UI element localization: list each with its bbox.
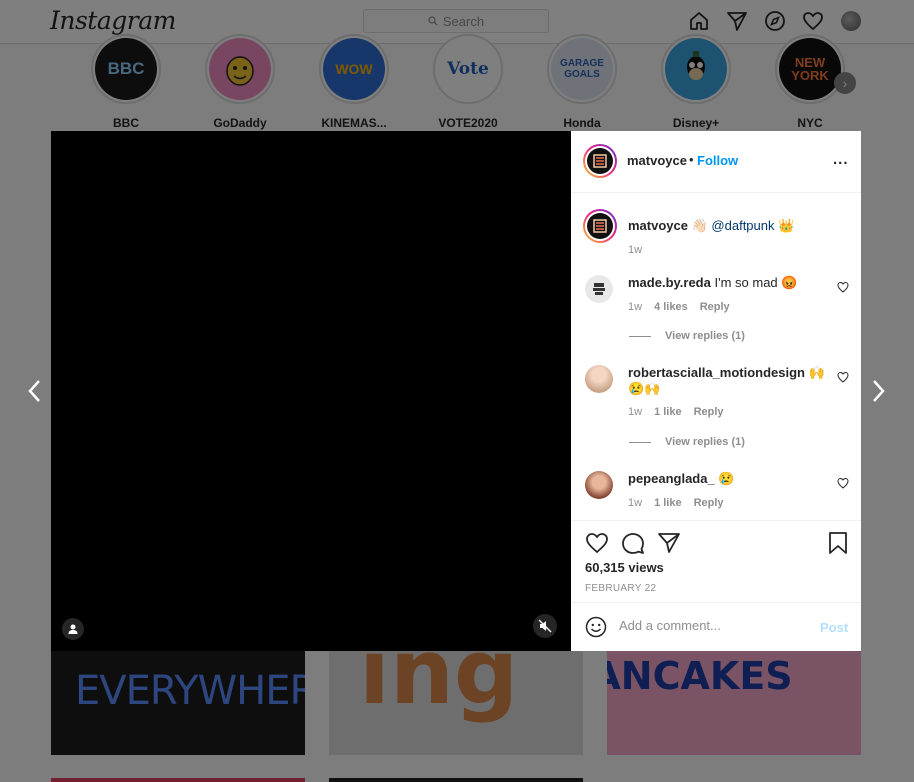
view-replies-label: View replies (1): [665, 436, 745, 448]
header-separator: •: [689, 152, 694, 167]
comment-item: pepeanglada_ 😢 1w 1 like Reply: [585, 471, 849, 515]
caption-text: matvoyce 👋🏻 @daftpunk 👑: [628, 218, 828, 234]
bookmark-icon[interactable]: [827, 531, 849, 555]
comments-list[interactable]: matvoyce 👋🏻 @daftpunk 👑 1w made.by.reda …: [571, 193, 861, 520]
comment-avatar[interactable]: [585, 275, 613, 303]
comment-username[interactable]: made.by.reda: [628, 275, 711, 290]
post-date[interactable]: FEBRUARY 22: [585, 583, 656, 594]
caption-time: 1w: [628, 244, 643, 256]
heart-icon[interactable]: [837, 477, 849, 489]
caption-emoji: 👋🏻: [691, 218, 708, 233]
comment-body: 😢: [718, 471, 735, 486]
caption: matvoyce 👋🏻 @daftpunk 👑 1w: [583, 209, 847, 259]
comment-time: 1w: [628, 497, 643, 509]
post-actions: 60,315 views FEBRUARY 22: [571, 520, 861, 602]
comment-text: robertascialla_motiondesign 🙌😢🙌: [628, 365, 828, 397]
comment-time: 1w: [628, 301, 643, 313]
post-comment-button[interactable]: Post: [820, 620, 848, 635]
comment-username[interactable]: pepeanglada_: [628, 471, 715, 486]
more-options-button[interactable]: ...: [833, 151, 849, 168]
post-video[interactable]: [51, 131, 571, 651]
comment-body: I'm so mad 😡: [714, 275, 798, 290]
chevron-right-icon: [873, 380, 885, 402]
add-comment-bar: Post: [571, 602, 861, 651]
view-replies-label: View replies (1): [665, 330, 745, 342]
comment-input[interactable]: [619, 618, 809, 633]
comment-meta: 1w 1 like Reply: [628, 497, 724, 509]
comment-reply-button[interactable]: Reply: [700, 301, 730, 313]
comment-item: made.by.reda I'm so mad 😡 1w 4 likes Rep…: [585, 275, 849, 347]
comment-avatar[interactable]: [585, 365, 613, 393]
comment-reply-button[interactable]: Reply: [694, 497, 724, 509]
emoji-icon[interactable]: [585, 616, 607, 638]
next-post-button[interactable]: [866, 378, 892, 404]
caption-avatar[interactable]: [583, 209, 617, 243]
comment-text: made.by.reda I'm so mad 😡: [628, 275, 828, 291]
comment-reply-button[interactable]: Reply: [694, 406, 724, 418]
view-replies-button[interactable]: View replies (1): [629, 330, 745, 342]
caption-mention[interactable]: @daftpunk: [711, 218, 774, 233]
comment-meta: 1w 1 like Reply: [628, 406, 724, 418]
user-tag-button[interactable]: [62, 618, 84, 640]
mute-icon: [538, 619, 552, 633]
caption-emoji-crown: 👑: [778, 218, 795, 233]
comment-username[interactable]: robertascialla_motiondesign: [628, 365, 805, 380]
follow-button[interactable]: Follow: [697, 153, 738, 168]
view-count[interactable]: 60,315 views: [585, 560, 664, 575]
share-icon[interactable]: [657, 531, 681, 555]
heart-icon[interactable]: [837, 371, 849, 383]
post-side-panel: matvoyce • Follow ... matvoyce 👋🏻 @daftp…: [571, 131, 861, 651]
chevron-left-icon: [28, 380, 40, 402]
author-username[interactable]: matvoyce: [627, 153, 687, 168]
previous-post-button[interactable]: [21, 378, 47, 404]
view-replies-button[interactable]: View replies (1): [629, 436, 745, 448]
replies-line: [629, 441, 651, 443]
post-header: matvoyce • Follow ...: [571, 131, 861, 193]
comment-time: 1w: [628, 406, 643, 418]
user-tag-icon: [68, 624, 78, 634]
comment-meta: 1w 4 likes Reply: [628, 301, 730, 313]
comment-icon[interactable]: [621, 531, 645, 555]
caption-username[interactable]: matvoyce: [628, 218, 688, 233]
comment-item: robertascialla_motiondesign 🙌😢🙌 1w 1 lik…: [585, 365, 849, 448]
comment-likes[interactable]: 4 likes: [654, 301, 688, 313]
comment-likes[interactable]: 1 like: [654, 497, 682, 509]
caption-meta: 1w: [628, 244, 642, 256]
comment-avatar[interactable]: [585, 471, 613, 499]
mute-button[interactable]: [533, 614, 557, 638]
comment-likes[interactable]: 1 like: [654, 406, 682, 418]
author-avatar[interactable]: [583, 144, 617, 178]
action-icons: [585, 531, 681, 555]
like-heart-icon[interactable]: [585, 531, 609, 555]
heart-icon[interactable]: [837, 281, 849, 293]
comment-text: pepeanglada_ 😢: [628, 471, 828, 487]
replies-line: [629, 335, 651, 337]
